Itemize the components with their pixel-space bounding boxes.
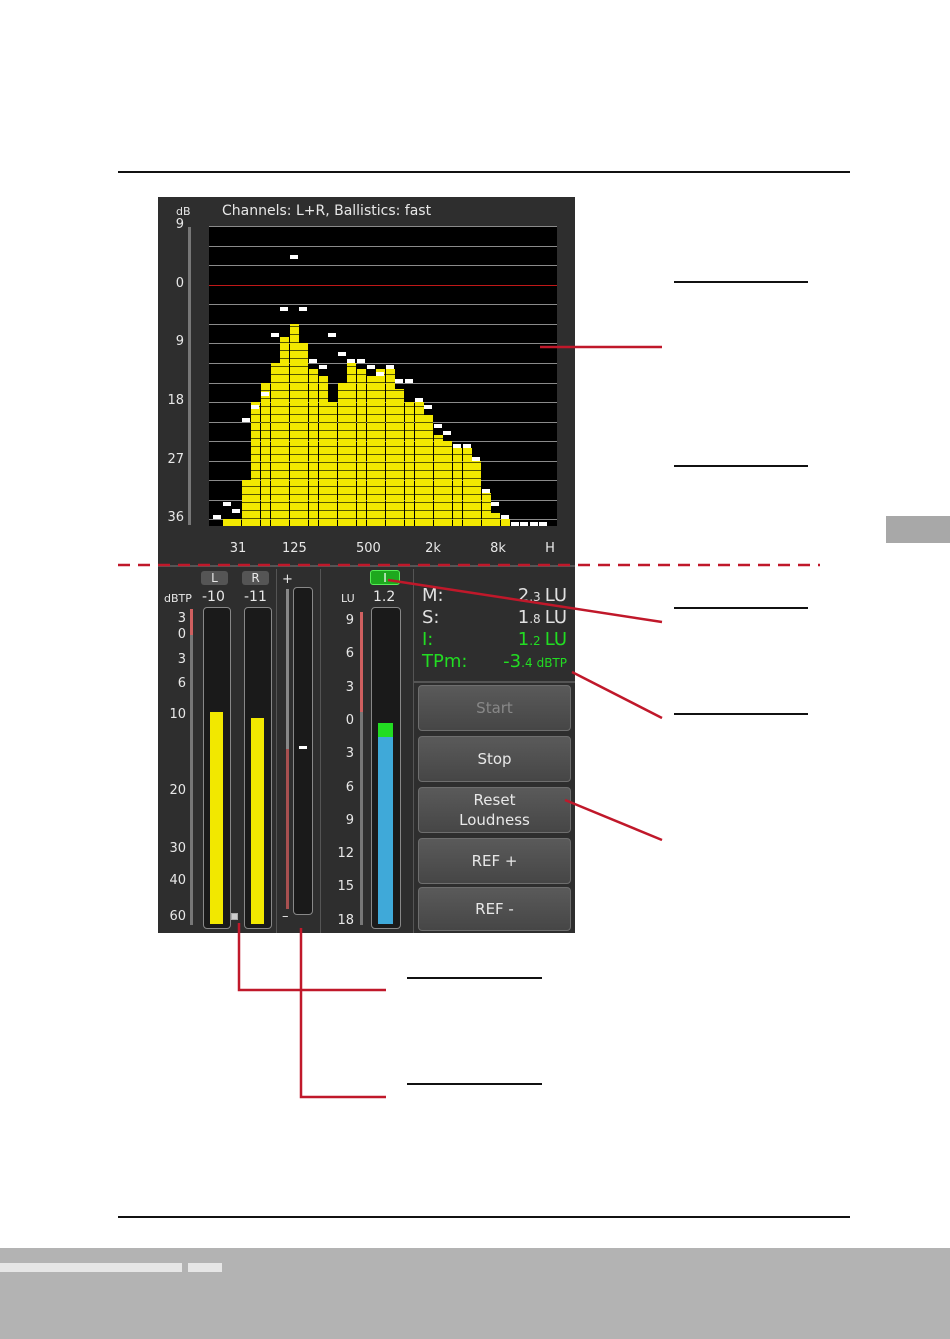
callout-leader-lu-badge — [387, 578, 663, 624]
callout-leader-lines — [118, 345, 820, 1099]
callout-leader-correlation — [299, 928, 386, 1099]
callout-leader-peak-hold — [237, 923, 386, 992]
callout-leader-reset — [564, 798, 663, 842]
callout-leader-true-peak — [571, 670, 663, 720]
